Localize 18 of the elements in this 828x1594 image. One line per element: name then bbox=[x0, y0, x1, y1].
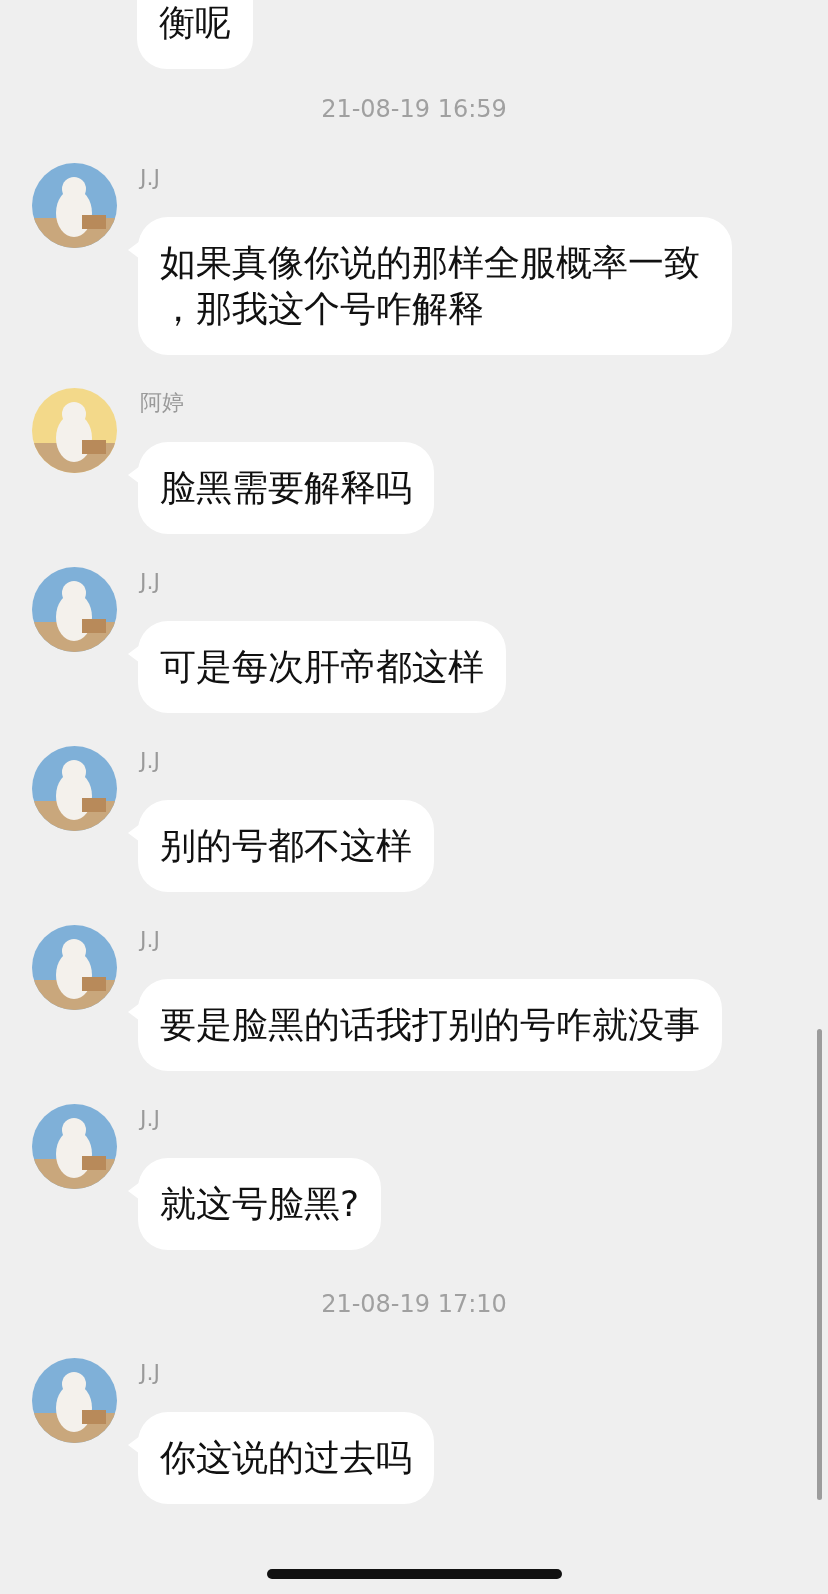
sender-name: J.J bbox=[140, 568, 160, 596]
sender-name: J.J bbox=[140, 1359, 160, 1387]
timestamp: 21-08-19 17:10 bbox=[321, 1289, 507, 1319]
message-bubble: 要是脸黑的话我打别的号咋就没事 bbox=[138, 979, 722, 1071]
sender-name: 阿婷 bbox=[140, 389, 184, 417]
message-bubble: 别的号都不这样 bbox=[138, 800, 434, 892]
sender-name: J.J bbox=[140, 747, 160, 775]
timestamp: 21-08-19 16:59 bbox=[321, 94, 507, 124]
message-bubble: 脸黑需要解释吗 bbox=[138, 442, 434, 534]
sender-name: J.J bbox=[140, 926, 160, 954]
message-bubble: 可是每次肝帝都这样 bbox=[138, 621, 506, 713]
sender-name: J.J bbox=[140, 164, 160, 192]
message-bubble: 如果真像你说的那样全服概率一致，那我这个号咋解释 bbox=[138, 217, 732, 355]
scrollbar[interactable] bbox=[817, 1029, 822, 1500]
message-bubble: 你这说的过去吗 bbox=[138, 1412, 434, 1504]
message-bubble: 就这号脸黑? bbox=[138, 1158, 382, 1250]
sender-name: J.J bbox=[140, 1105, 160, 1133]
message-bubble: 衡呢 bbox=[137, 0, 253, 69]
